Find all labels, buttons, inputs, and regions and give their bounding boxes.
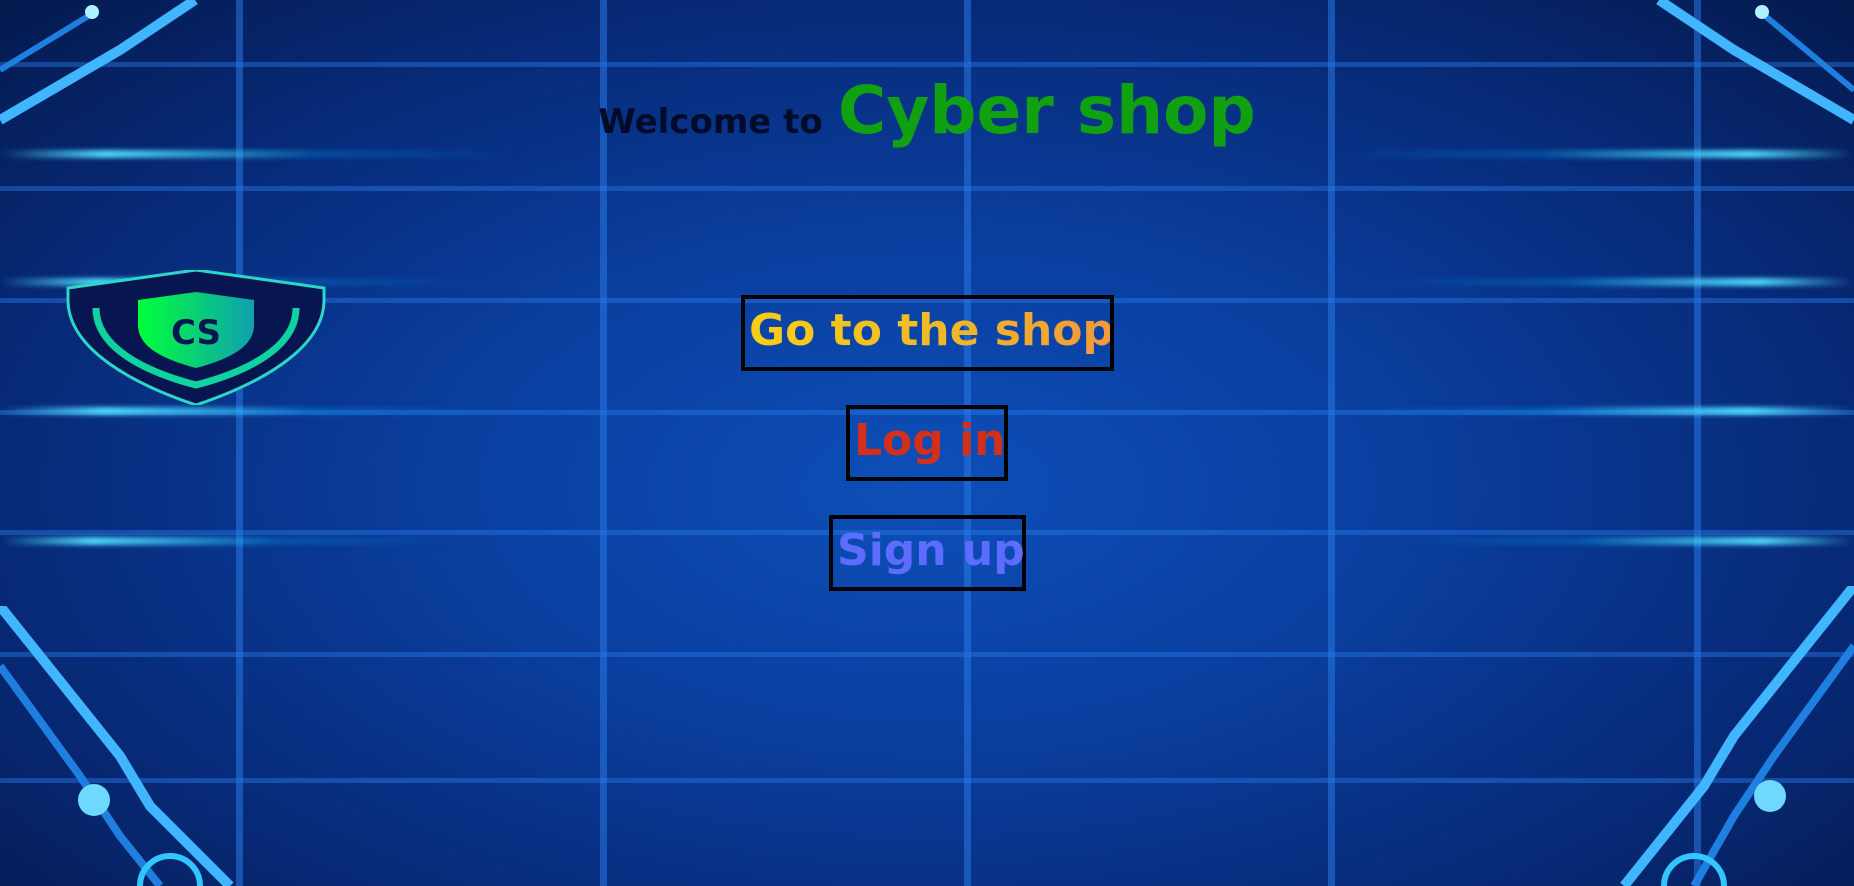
cs-shield-logo-icon: CS: [66, 270, 326, 405]
go-to-shop-button[interactable]: Go to the shop: [741, 295, 1114, 371]
sign-up-button[interactable]: Sign up: [829, 515, 1026, 591]
light-streak: [0, 407, 520, 415]
light-streak: [1334, 407, 1854, 415]
light-streak: [0, 537, 460, 545]
background-scene: Welcome to Cyber shop CS Go to the shop …: [0, 0, 1854, 886]
light-streak: [1394, 537, 1854, 545]
logo-letters: CS: [171, 313, 221, 353]
light-streak: [1374, 278, 1854, 286]
corner-decoration-bottom-left: [0, 606, 234, 886]
light-streak: [1334, 150, 1854, 158]
log-in-button[interactable]: Log in: [846, 405, 1008, 481]
grid-line: [0, 652, 1854, 657]
page-title: Welcome to Cyber shop: [0, 72, 1854, 149]
brand-name: Cyber shop: [837, 72, 1256, 149]
corner-decoration-bottom-right: [1620, 586, 1854, 886]
grid-line: [0, 778, 1854, 783]
grid-line: [0, 186, 1854, 191]
grid-line: [0, 62, 1854, 67]
light-streak: [0, 150, 520, 158]
welcome-text: Welcome to: [598, 102, 823, 142]
